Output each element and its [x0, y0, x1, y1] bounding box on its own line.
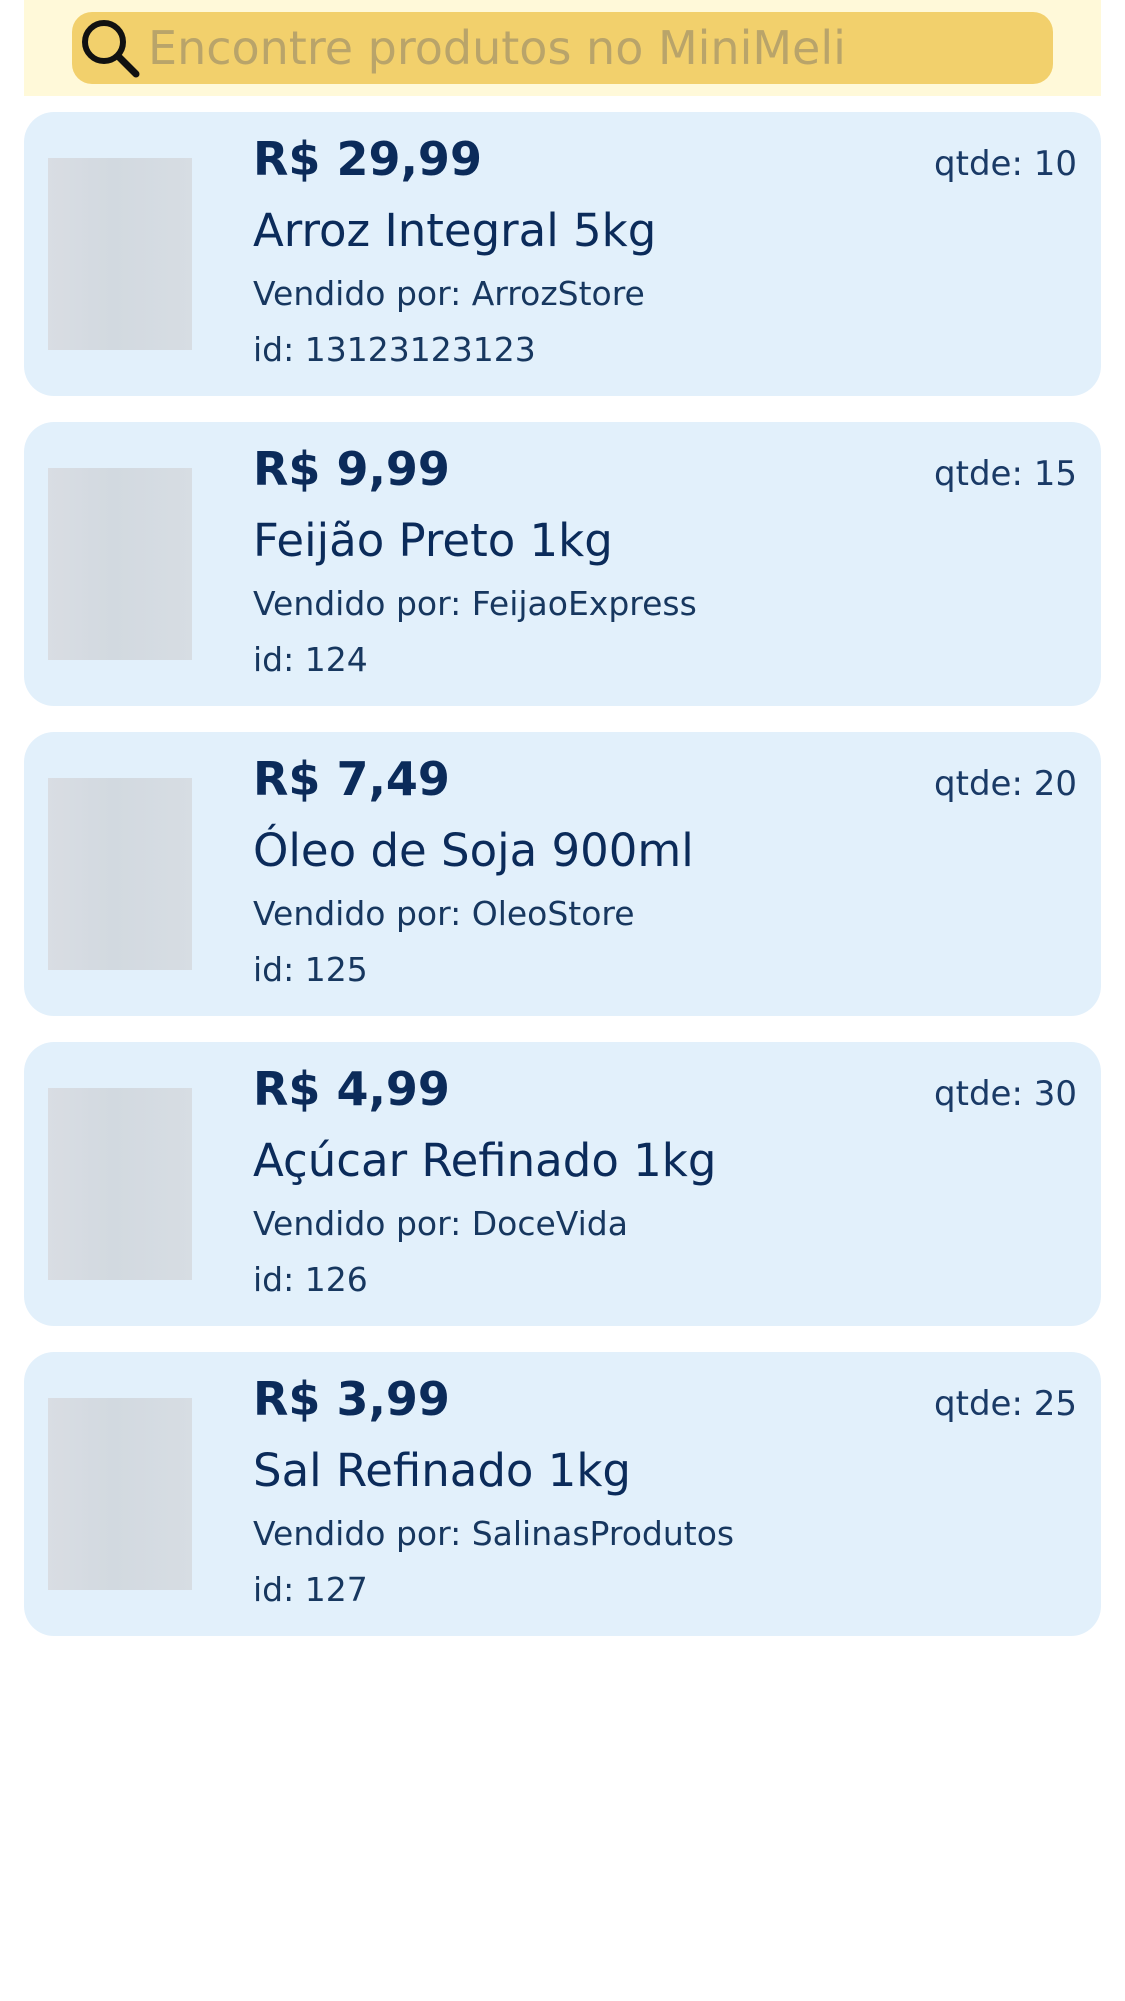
product-name: Sal Refinado 1kg: [253, 1444, 631, 1497]
seller-value: SalinasProdutos: [471, 1514, 735, 1553]
product-image: [48, 1088, 192, 1280]
product-image: [48, 468, 192, 660]
product-image: [48, 1398, 192, 1590]
product-card[interactable]: R$ 29,99 qtde: 10 Arroz Integral 5kg Ven…: [24, 112, 1101, 396]
product-price: R$ 4,99: [253, 1062, 450, 1116]
seller-value: ArrozStore: [471, 274, 645, 313]
product-seller: Vendido por: DoceVida: [253, 1204, 628, 1243]
id-label: id:: [253, 1260, 295, 1299]
quantity-label: qtde:: [934, 1384, 1023, 1424]
product-id: id: 124: [253, 640, 368, 679]
product-card[interactable]: R$ 9,99 qtde: 15 Feijão Preto 1kg Vendid…: [24, 422, 1101, 706]
product-seller: Vendido por: ArrozStore: [253, 274, 645, 313]
product-card[interactable]: R$ 3,99 qtde: 25 Sal Refinado 1kg Vendid…: [24, 1352, 1101, 1636]
quantity-label: qtde:: [934, 454, 1023, 494]
product-list: R$ 29,99 qtde: 10 Arroz Integral 5kg Ven…: [24, 112, 1101, 1662]
seller-value: DoceVida: [471, 1204, 628, 1243]
search-icon[interactable]: [78, 16, 142, 80]
seller-label: Vendido por:: [253, 584, 462, 623]
id-label: id:: [253, 950, 295, 989]
seller-label: Vendido por:: [253, 274, 462, 313]
product-quantity: qtde: 20: [934, 764, 1077, 804]
quantity-value: 30: [1033, 1074, 1077, 1114]
product-card[interactable]: R$ 4,99 qtde: 30 Açúcar Refinado 1kg Ven…: [24, 1042, 1101, 1326]
id-label: id:: [253, 640, 295, 679]
product-price: R$ 9,99: [253, 442, 450, 496]
seller-label: Vendido por:: [253, 1514, 462, 1553]
id-value: 125: [304, 950, 368, 989]
product-seller: Vendido por: FeijaoExpress: [253, 584, 697, 623]
product-id: id: 13123123123: [253, 330, 536, 369]
quantity-label: qtde:: [934, 144, 1023, 184]
product-quantity: qtde: 25: [934, 1384, 1077, 1424]
product-name: Feijão Preto 1kg: [253, 514, 613, 567]
id-value: 124: [304, 640, 368, 679]
product-price: R$ 3,99: [253, 1372, 450, 1426]
quantity-value: 15: [1033, 454, 1077, 494]
product-name: Arroz Integral 5kg: [253, 204, 657, 257]
search-input[interactable]: [142, 12, 1053, 84]
product-id: id: 125: [253, 950, 368, 989]
product-name: Açúcar Refinado 1kg: [253, 1134, 717, 1187]
seller-value: FeijaoExpress: [471, 584, 697, 623]
quantity-value: 25: [1033, 1384, 1077, 1424]
quantity-label: qtde:: [934, 764, 1023, 804]
quantity-value: 10: [1033, 144, 1077, 184]
product-quantity: qtde: 15: [934, 454, 1077, 494]
product-id: id: 126: [253, 1260, 368, 1299]
id-value: 13123123123: [304, 330, 536, 369]
quantity-label: qtde:: [934, 1074, 1023, 1114]
product-quantity: qtde: 10: [934, 144, 1077, 184]
product-seller: Vendido por: SalinasProdutos: [253, 1514, 734, 1553]
id-value: 127: [304, 1570, 368, 1609]
product-price: R$ 7,49: [253, 752, 450, 806]
seller-label: Vendido por:: [253, 894, 462, 933]
product-seller: Vendido por: OleoStore: [253, 894, 635, 933]
product-quantity: qtde: 30: [934, 1074, 1077, 1114]
product-id: id: 127: [253, 1570, 368, 1609]
seller-value: OleoStore: [471, 894, 635, 933]
product-card[interactable]: R$ 7,49 qtde: 20 Óleo de Soja 900ml Vend…: [24, 732, 1101, 1016]
id-value: 126: [304, 1260, 368, 1299]
product-price: R$ 29,99: [253, 132, 482, 186]
search-bar: [24, 0, 1101, 96]
search-field[interactable]: [72, 12, 1053, 84]
seller-label: Vendido por:: [253, 1204, 462, 1243]
product-image: [48, 778, 192, 970]
product-name: Óleo de Soja 900ml: [253, 824, 694, 877]
id-label: id:: [253, 330, 295, 369]
id-label: id:: [253, 1570, 295, 1609]
product-image: [48, 158, 192, 350]
quantity-value: 20: [1033, 764, 1077, 804]
